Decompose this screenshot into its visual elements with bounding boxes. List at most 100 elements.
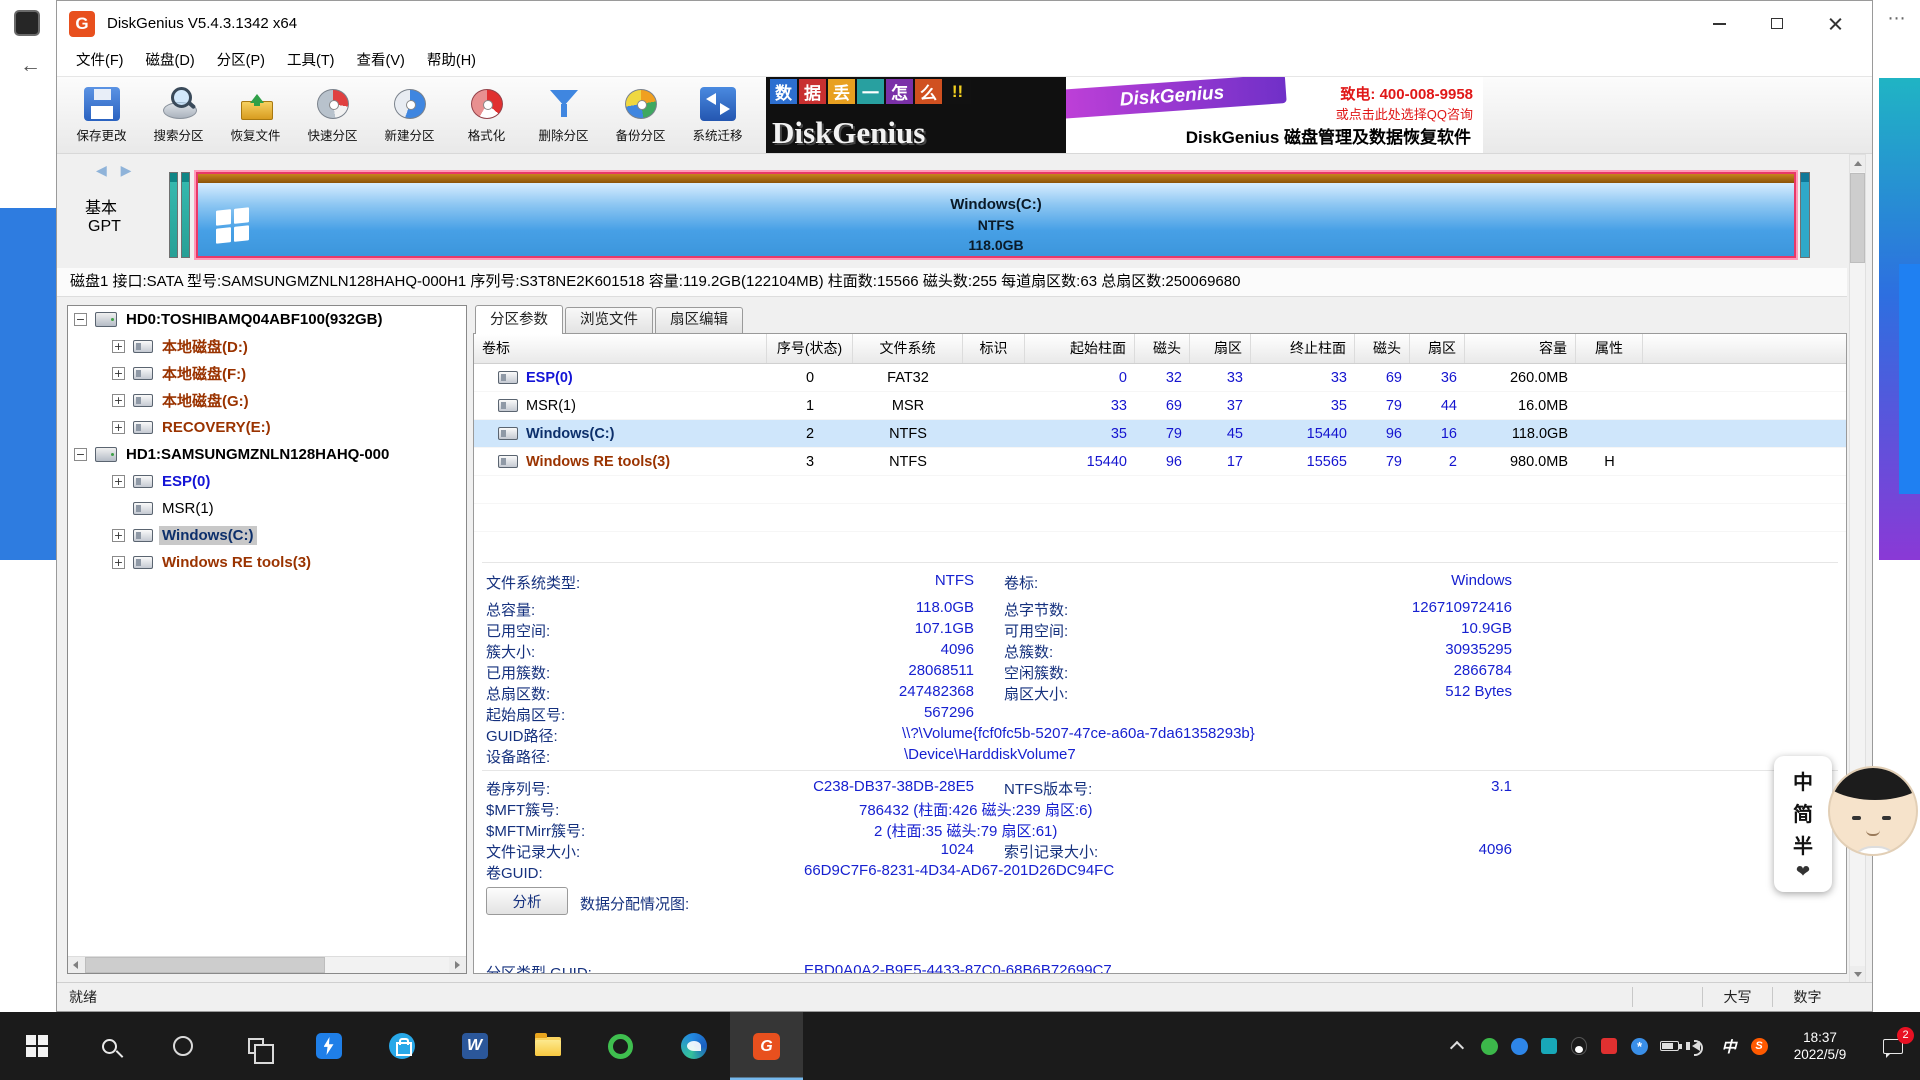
taskbar-tray-green[interactable] (1474, 1012, 1504, 1080)
column-header-1[interactable]: 序号(状态) (767, 334, 853, 363)
table-row[interactable]: Windows RE tools(3)3NTFS1544096171556579… (474, 448, 1846, 476)
tree-horizontal-scrollbar[interactable] (68, 956, 466, 973)
taskbar-cortana[interactable] (146, 1012, 219, 1080)
partition-esp-strip[interactable] (169, 172, 178, 258)
tree-item-4[interactable]: +RECOVERY(E:) (68, 414, 466, 441)
tray-expand-icon[interactable] (1440, 1012, 1474, 1080)
expand-icon[interactable]: + (112, 367, 125, 380)
tree-item-6[interactable]: +ESP(0) (68, 468, 466, 495)
taskbar-tray-battery[interactable] (1654, 1012, 1684, 1080)
column-header-3[interactable]: 标识 (963, 334, 1025, 363)
taskbar-tray-snow[interactable] (1624, 1012, 1654, 1080)
menu-item-0[interactable]: 文件(F) (65, 46, 135, 77)
taskbar-clock[interactable]: 18:37 2022/5/9 (1774, 1029, 1866, 1063)
tab-0[interactable]: 分区参数 (475, 305, 563, 334)
toolbar-save-button[interactable]: 保存更改 (63, 79, 140, 151)
scroll-up-icon[interactable] (1850, 155, 1865, 172)
column-header-5[interactable]: 磁头 (1135, 334, 1190, 363)
tree-item-2[interactable]: +本地磁盘(F:) (68, 360, 466, 387)
analyze-button[interactable]: 分析 (486, 887, 568, 915)
collapse-icon[interactable]: − (74, 448, 87, 461)
column-header-0[interactable]: 卷标 (474, 334, 767, 363)
column-header-7[interactable]: 终止柱面 (1251, 334, 1355, 363)
next-disk-button[interactable]: ▶ (116, 162, 137, 178)
column-header-10[interactable]: 容量 (1465, 334, 1576, 363)
tab-1[interactable]: 浏览文件 (565, 307, 653, 334)
tree-item-9[interactable]: +Windows RE tools(3) (68, 549, 466, 576)
menu-item-3[interactable]: 工具(T) (276, 46, 346, 77)
scroll-down-icon[interactable] (1850, 966, 1865, 983)
expand-icon[interactable]: + (112, 556, 125, 569)
tree-item-0[interactable]: −HD0:TOSHIBAMQ04ABF100(932GB) (68, 306, 466, 333)
partition-msr-strip[interactable] (181, 172, 190, 258)
toolbar-format-button[interactable]: 格式化 (448, 79, 525, 151)
expand-icon[interactable]: + (112, 340, 125, 353)
taskbar-app-diskgenius[interactable] (730, 1012, 803, 1080)
taskbar-app-lightning[interactable] (292, 1012, 365, 1080)
tree-item-8[interactable]: +Windows(C:) (68, 522, 466, 549)
scrollbar-thumb[interactable] (1850, 173, 1865, 263)
taskbar-tray-volume[interactable] (1684, 1012, 1714, 1080)
ad-banner[interactable]: 数据丢一怎么!! DiskGenius DiskGenius 致电: 400-0… (766, 77, 1483, 153)
ad-qq-link[interactable]: 或点击此处选择QQ咨询 (1336, 104, 1473, 123)
toolbar-backup-partition-button[interactable]: 备份分区 (602, 79, 679, 151)
toolbar-button-label: 删除分区 (538, 125, 588, 144)
scroll-left-icon[interactable] (68, 957, 85, 973)
tree-item-3[interactable]: +本地磁盘(G:) (68, 387, 466, 414)
taskbar-start[interactable] (0, 1012, 73, 1080)
taskbar-tray-blue[interactable] (1504, 1012, 1534, 1080)
taskbar-app-store[interactable] (365, 1012, 438, 1080)
column-header-4[interactable]: 起始柱面 (1025, 334, 1135, 363)
tree-item-label: HD1:SAMSUNGMZNLN128HAHQ-000 (123, 445, 392, 464)
column-header-11[interactable]: 属性 (1576, 334, 1643, 363)
collapse-icon[interactable]: − (74, 313, 87, 326)
taskbar-tray-ime[interactable]: 中 (1714, 1012, 1744, 1080)
action-center-button[interactable]: 2 (1866, 1012, 1920, 1080)
expand-icon[interactable]: + (112, 529, 125, 542)
menu-item-4[interactable]: 查看(V) (346, 46, 416, 77)
expand-icon[interactable]: + (112, 394, 125, 407)
column-header-9[interactable]: 扇区 (1410, 334, 1465, 363)
prev-disk-button[interactable]: ◀ (91, 162, 112, 178)
menu-item-5[interactable]: 帮助(H) (416, 46, 487, 77)
toolbar-recover-button[interactable]: 恢复文件 (217, 79, 294, 151)
taskbar-app-edge[interactable] (657, 1012, 730, 1080)
expand-icon[interactable]: + (112, 421, 125, 434)
menu-item-2[interactable]: 分区(P) (206, 46, 276, 77)
taskbar-tray-qq[interactable] (1564, 1012, 1594, 1080)
partition-re-tools-strip[interactable] (1800, 172, 1810, 258)
taskbar-search[interactable] (73, 1012, 146, 1080)
partition-windows-strip[interactable]: Windows(C:) NTFS 118.0GB (196, 172, 1796, 258)
expand-icon[interactable]: + (112, 475, 125, 488)
taskbar-app-browser[interactable] (584, 1012, 657, 1080)
tree-item-1[interactable]: +本地磁盘(D:) (68, 333, 466, 360)
tree-item-5[interactable]: − HD1:SAMSUNGMZNLN128HAHQ-000 (68, 441, 466, 468)
taskbar-app-word[interactable] (438, 1012, 511, 1080)
tab-2[interactable]: 扇区编辑 (655, 307, 743, 334)
ime-floating-widget[interactable]: 中简半❤ (1774, 756, 1920, 892)
maximize-button[interactable] (1748, 1, 1806, 46)
table-row[interactable]: Windows(C:)2NTFS357945154409616118.0GB (474, 420, 1846, 448)
column-header-6[interactable]: 扇区 (1190, 334, 1251, 363)
table-row[interactable]: MSR(1)1MSR33693735794416.0MB (474, 392, 1846, 420)
toolbar-system-migrate-button[interactable]: 系统迁移 (679, 79, 756, 151)
toolbar-quick-partition-button[interactable]: 快速分区 (294, 79, 371, 151)
table-row[interactable]: ESP(0)0FAT3203233336936260.0MB (474, 364, 1846, 392)
column-header-2[interactable]: 文件系统 (853, 334, 963, 363)
scroll-right-icon[interactable] (449, 957, 466, 973)
taskbar-task-view[interactable] (219, 1012, 292, 1080)
taskbar-tray-red[interactable] (1594, 1012, 1624, 1080)
toolbar-delete-partition-button[interactable]: 删除分区 (525, 79, 602, 151)
close-button[interactable] (1806, 1, 1864, 46)
taskbar-tray-sogou[interactable] (1744, 1012, 1774, 1080)
taskbar-app-explorer[interactable] (511, 1012, 584, 1080)
minimize-button[interactable] (1690, 1, 1748, 46)
tree-item-7[interactable]: MSR(1) (68, 495, 466, 522)
column-header-8[interactable]: 磁头 (1355, 334, 1410, 363)
scrollbar-thumb[interactable] (85, 957, 325, 973)
taskbar-tray-teal[interactable] (1534, 1012, 1564, 1080)
menu-item-1[interactable]: 磁盘(D) (135, 46, 206, 77)
toolbar-search-button[interactable]: 搜索分区 (140, 79, 217, 151)
toolbar-new-partition-button[interactable]: 新建分区 (371, 79, 448, 151)
ime-status-box[interactable]: 中简半❤ (1774, 756, 1832, 892)
